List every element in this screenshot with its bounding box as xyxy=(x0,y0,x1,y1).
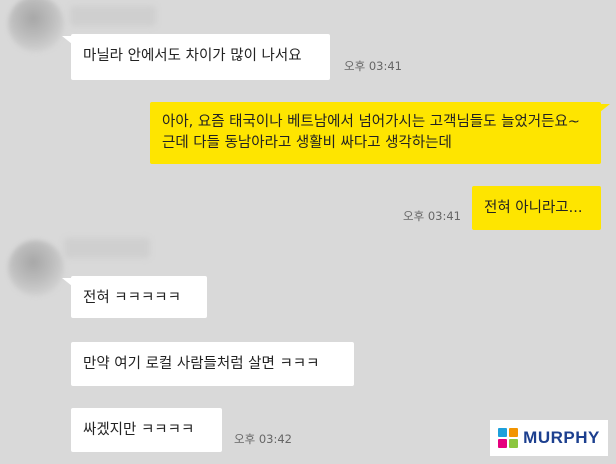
message-bubble-incoming[interactable]: 마닐라 안에서도 차이가 많이 나서요 xyxy=(71,34,330,80)
message-timestamp: 오후 03:42 xyxy=(234,432,292,446)
message-text: 아아, 요즘 태국이나 베트남에서 넘어가시는 고객님들도 늘었거든요~ 근데 … xyxy=(162,114,580,151)
message-bubble-outgoing[interactable]: 아아, 요즘 태국이나 베트남에서 넘어가시는 고객님들도 늘었거든요~ 근데 … xyxy=(150,102,601,164)
message-bubble-outgoing[interactable]: 전혀 아니라고... xyxy=(472,186,601,230)
message-bubble-incoming[interactable]: 만약 여기 로컬 사람들처럼 살면 ㅋㅋㅋ xyxy=(71,342,354,386)
message-text: 싸겠지만 ㅋㅋㅋㅋ xyxy=(83,422,195,438)
murphy-logo-mark-icon xyxy=(498,428,519,448)
message-timestamp: 오후 03:41 xyxy=(344,59,402,73)
bubble-tail xyxy=(600,104,610,112)
message-bubble-incoming[interactable]: 싸겠지만 ㅋㅋㅋㅋ xyxy=(71,408,222,452)
sender-name-blurred xyxy=(64,238,150,258)
murphy-logo: MURPHY xyxy=(490,420,608,456)
message-text: 만약 여기 로컬 사람들처럼 살면 ㅋㅋㅋ xyxy=(83,356,320,372)
murphy-logo-text: MURPHY xyxy=(523,428,600,447)
sender-avatar[interactable] xyxy=(8,240,64,296)
message-text: 전혀 ㅋㅋㅋㅋㅋ xyxy=(83,290,181,306)
message-text: 마닐라 안에서도 차이가 많이 나서요 xyxy=(83,48,302,64)
message-bubble-incoming[interactable]: 전혀 ㅋㅋㅋㅋㅋ xyxy=(71,276,207,318)
message-timestamp: 오후 03:41 xyxy=(403,209,461,223)
message-text: 전혀 아니라고... xyxy=(484,200,583,216)
sender-name-blurred xyxy=(70,6,156,26)
sender-avatar[interactable] xyxy=(8,0,64,52)
